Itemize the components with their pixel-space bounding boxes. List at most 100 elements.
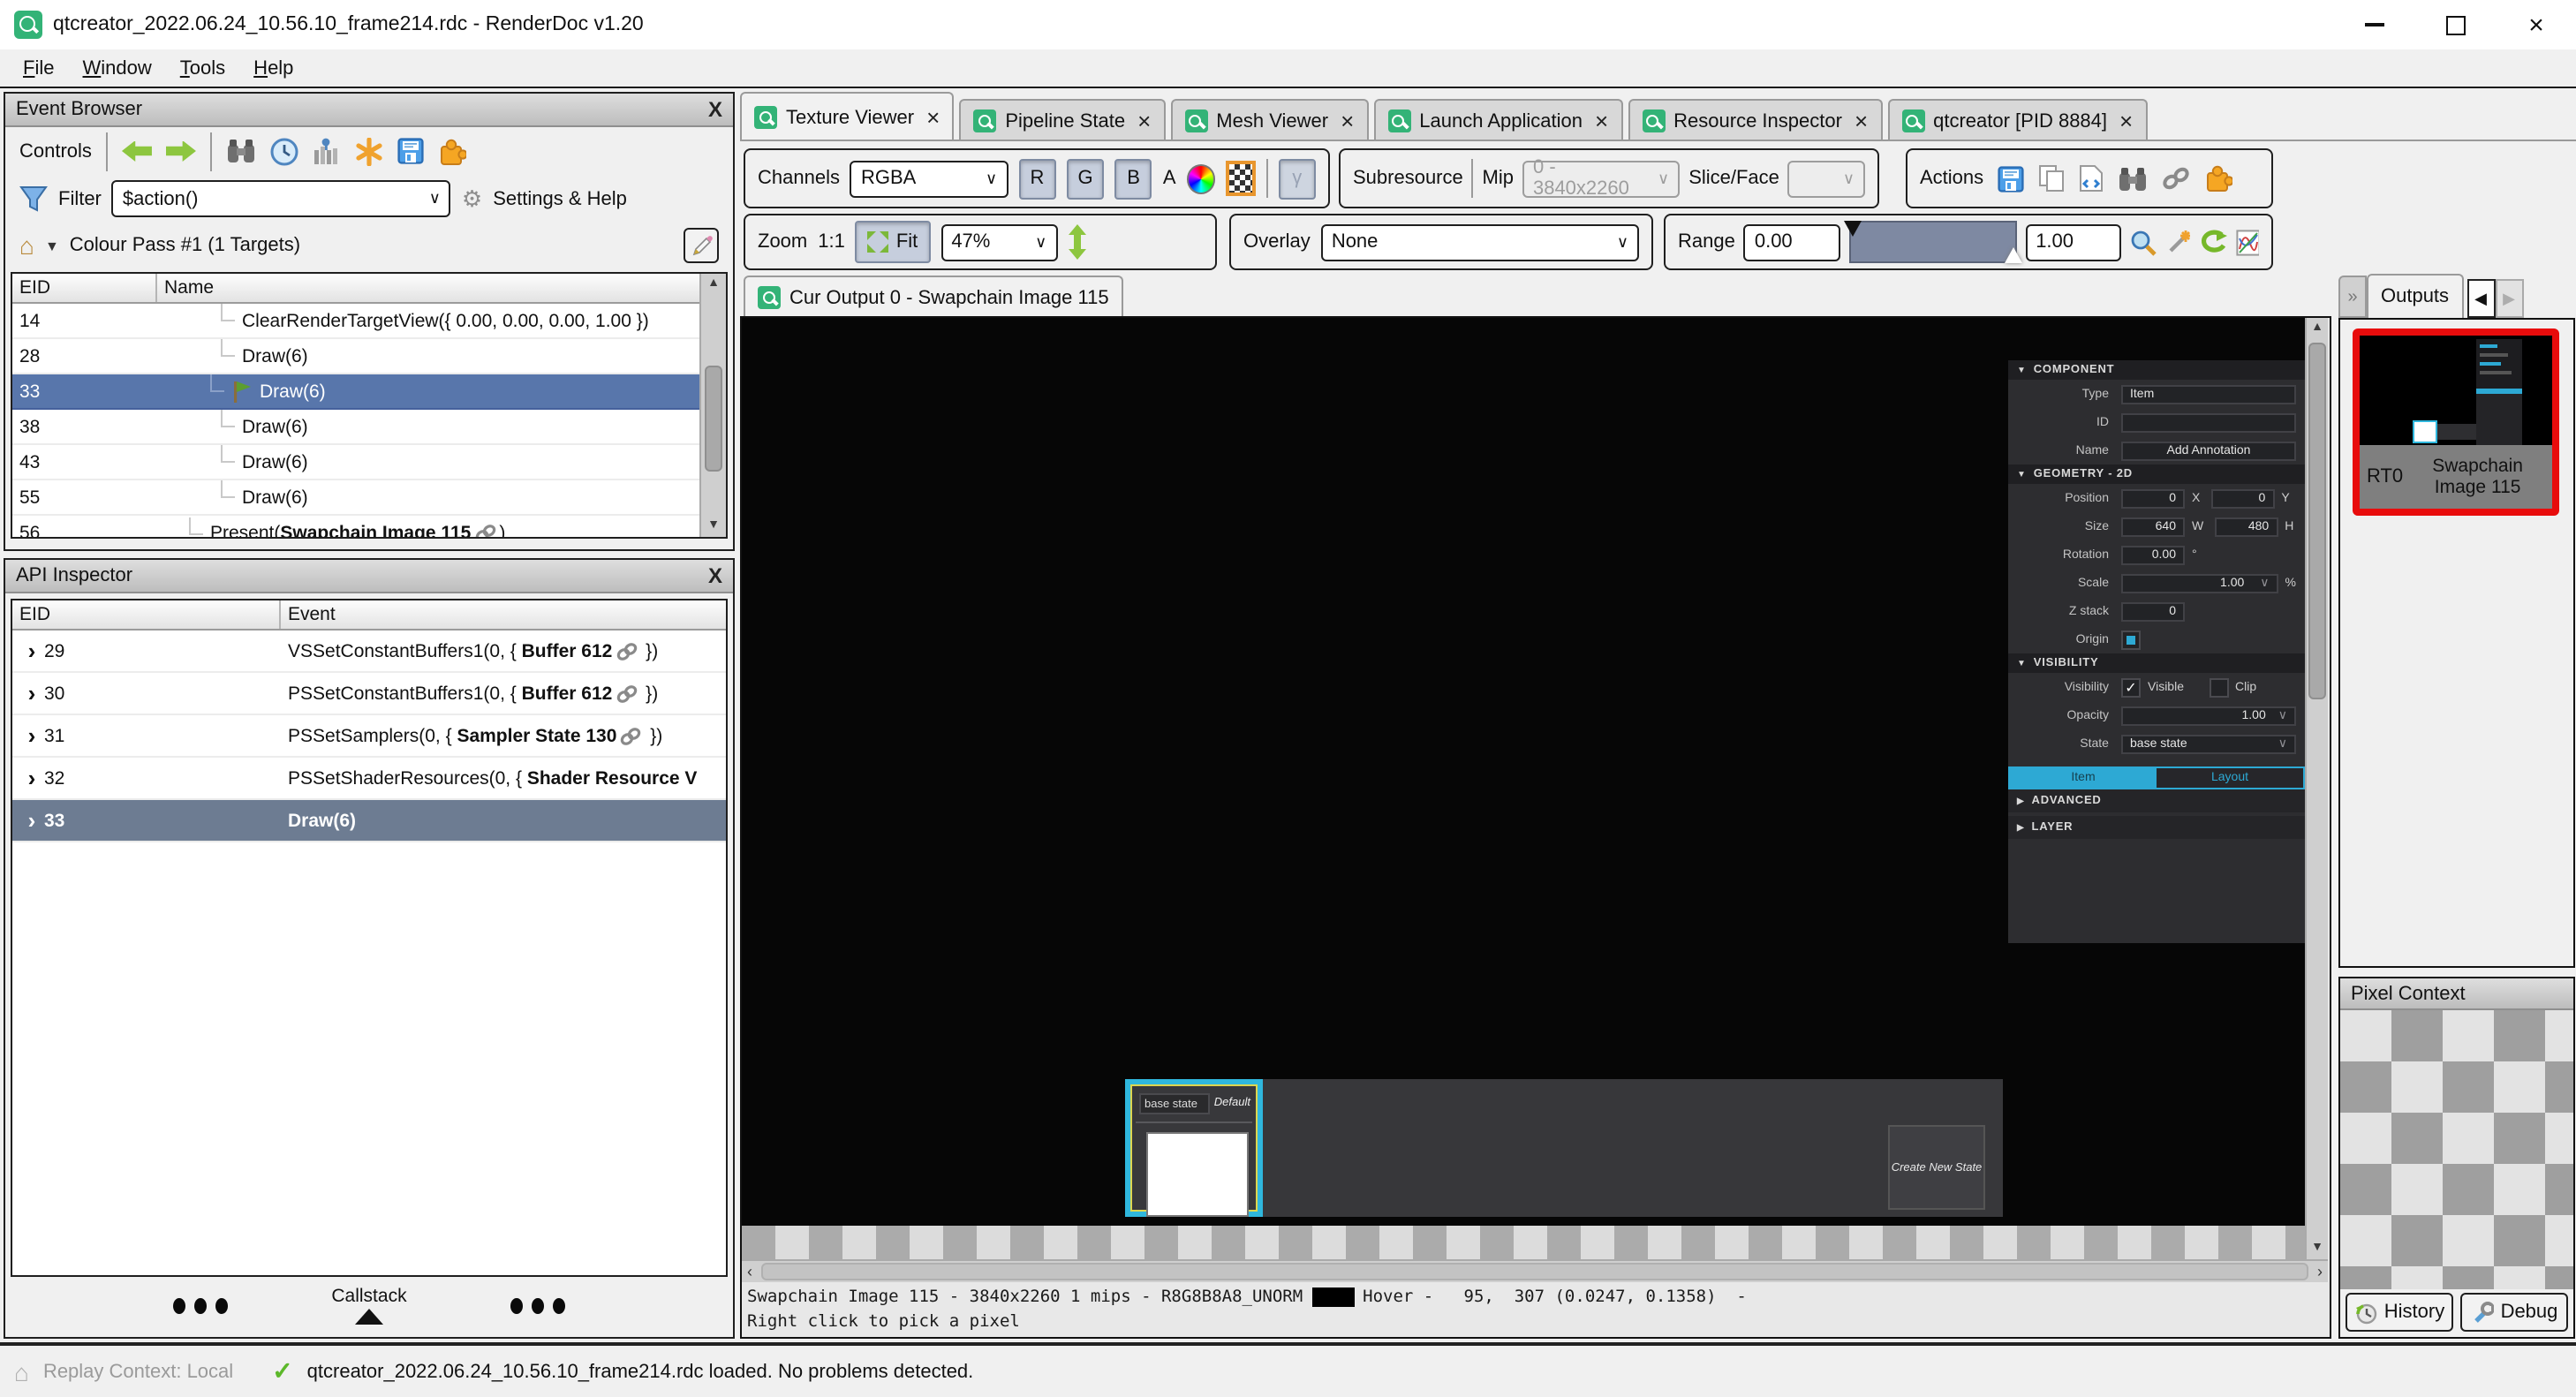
tab-close-icon[interactable]: × <box>1855 108 1868 134</box>
tab-close-icon[interactable]: × <box>1341 108 1354 134</box>
minimize-button[interactable] <box>2333 0 2414 49</box>
link-chain-icon[interactable] <box>2162 166 2190 191</box>
tab-close-icon[interactable]: × <box>1595 108 1608 134</box>
tab-pipeline-state[interactable]: Pipeline State× <box>959 99 1165 141</box>
menu-file[interactable]: File <box>11 54 67 82</box>
mip-combobox[interactable]: 0 - 3840x2260∨ <box>1522 160 1680 197</box>
api-row[interactable]: ›29 VSSetConstantBuffers1(0, { Buffer 61… <box>12 631 726 673</box>
close-button[interactable]: × <box>2496 0 2576 49</box>
gear-icon[interactable]: ⚙ <box>462 185 482 213</box>
tab-close-icon[interactable]: × <box>2119 108 2133 134</box>
zoom-range-magnifier-icon[interactable] <box>2130 229 2156 255</box>
channels-combobox[interactable]: RGBA∨ <box>850 160 1008 197</box>
bookmark-icon[interactable] <box>355 137 383 165</box>
red-channel-button[interactable]: R <box>1018 158 1056 199</box>
range-black-point-marker[interactable] <box>1844 221 1862 237</box>
scroll-up-icon[interactable]: ▲ <box>2311 318 2323 339</box>
zoom-combobox[interactable]: 47%∨ <box>941 223 1057 261</box>
column-event[interactable]: Event <box>281 600 726 629</box>
column-eid[interactable]: EID <box>12 600 281 629</box>
maximize-button[interactable] <box>2414 0 2496 49</box>
column-name[interactable]: Name <box>157 274 726 302</box>
range-slider[interactable] <box>1849 221 2016 263</box>
checkerboard-background-button[interactable] <box>1226 161 1255 196</box>
menu-help[interactable]: Help <box>241 54 306 82</box>
viewport-hscrollbar[interactable]: ‹ › <box>742 1259 2328 1282</box>
slice-face-combobox[interactable]: ∨ <box>1788 160 1865 197</box>
edit-marker-button[interactable] <box>684 228 719 263</box>
event-browser-close-icon[interactable]: X <box>708 97 722 122</box>
menu-tools[interactable]: Tools <box>168 54 238 82</box>
green-channel-button[interactable]: G <box>1067 158 1105 199</box>
scroll-down-icon[interactable]: ▼ <box>707 516 720 537</box>
history-button[interactable]: History <box>2346 1293 2453 1332</box>
event-row[interactable]: 43 Draw(6) <box>12 445 726 480</box>
zoom-one-to-one-button[interactable]: 1:1 <box>818 231 845 253</box>
outputs-tab[interactable]: Outputs <box>2367 274 2463 318</box>
outputs-prev-button[interactable]: ◀ <box>2466 279 2495 318</box>
scroll-up-icon[interactable]: ▲ <box>707 274 720 295</box>
pixel-context-view[interactable] <box>2340 1010 2573 1289</box>
scroll-right-icon[interactable]: › <box>2312 1263 2328 1280</box>
callstack-toggle[interactable]: Callstack <box>331 1286 406 1325</box>
tab-cur-output[interactable]: Cur Output 0 - Swapchain Image 115 <box>744 276 1123 318</box>
tab-resource-inspector[interactable]: Resource Inspector× <box>1628 99 1882 141</box>
tab-launch-application[interactable]: Launch Application× <box>1373 99 1622 141</box>
statistics-icon[interactable] <box>313 137 341 165</box>
debug-button[interactable]: Debug <box>2460 1293 2568 1332</box>
drag-handle-dots[interactable] <box>173 1297 228 1313</box>
event-table-scrollbar[interactable]: ▲ ▼ <box>699 274 726 537</box>
tab-qtcreator-pid[interactable]: qtcreator [PID 8884]× <box>1887 99 2147 141</box>
autofit-wand-icon[interactable] <box>2164 229 2190 255</box>
expand-chevron-icon[interactable]: › <box>19 639 44 662</box>
home-icon[interactable]: ⌂ <box>19 231 34 260</box>
export-save-icon[interactable] <box>397 138 424 164</box>
filter-combobox[interactable]: $action() ∨ <box>112 180 451 217</box>
find-event-icon[interactable] <box>226 138 256 164</box>
event-row[interactable]: 14 ClearRenderTargetView({ 0.00, 0.00, 0… <box>12 304 726 339</box>
scroll-left-icon[interactable]: ‹ <box>742 1263 758 1280</box>
expand-chevron-icon[interactable]: › <box>19 809 44 832</box>
step-back-icon[interactable] <box>122 140 152 162</box>
column-eid[interactable]: EID <box>12 274 157 302</box>
expand-chevron-icon[interactable]: › <box>19 682 44 705</box>
outputs-next-button[interactable]: ▶ <box>2495 279 2523 318</box>
goto-binoculars-icon[interactable] <box>2118 165 2148 192</box>
replay-context-label[interactable]: Replay Context: Local <box>43 1361 233 1382</box>
tab-mesh-viewer[interactable]: Mesh Viewer× <box>1170 99 1368 141</box>
open-code-icon[interactable] <box>2079 164 2104 193</box>
copy-icon[interactable] <box>2038 164 2065 193</box>
menu-window[interactable]: Window <box>71 54 164 82</box>
settings-help-label[interactable]: Settings & Help <box>493 188 627 209</box>
api-inspector-close-icon[interactable]: X <box>708 563 722 588</box>
extensions-puzzle-icon[interactable] <box>438 137 466 165</box>
collapsed-inputs-tab[interactable]: » <box>2338 276 2367 318</box>
expand-chevron-icon[interactable]: › <box>19 724 44 747</box>
color-wheel-icon[interactable] <box>1187 163 1216 193</box>
gamma-button[interactable]: γ <box>1278 158 1316 199</box>
range-min-input[interactable]: 0.00 <box>1744 223 1840 261</box>
api-row[interactable]: ›31 PSSetSamplers(0, { Sampler State 130… <box>12 715 726 758</box>
histogram-icon[interactable] <box>2235 229 2259 255</box>
range-max-input[interactable]: 1.00 <box>2025 223 2121 261</box>
tab-close-icon[interactable]: × <box>926 104 940 131</box>
tab-texture-viewer[interactable]: Texture Viewer× <box>740 92 954 141</box>
event-row[interactable]: 56 Present( Swapchain Image 115 ) <box>12 516 726 539</box>
tab-close-icon[interactable]: × <box>1137 108 1151 134</box>
timing-icon[interactable] <box>270 137 298 165</box>
event-row-selected[interactable]: 33 Draw(6) <box>12 374 726 410</box>
reset-range-icon[interactable] <box>2199 229 2226 255</box>
texture-viewport[interactable]: ▼COMPONENT TypeItem ID NameAdd Annotatio… <box>742 318 2305 1226</box>
rt0-thumbnail[interactable]: RT0 Swapchain Image 115 <box>2353 328 2559 516</box>
event-row[interactable]: 38 Draw(6) <box>12 410 726 445</box>
range-white-point-marker[interactable] <box>2004 247 2021 263</box>
breadcrumb[interactable]: Colour Pass #1 (1 Targets) <box>70 235 300 256</box>
api-row-selected[interactable]: ›33 Draw(6) <box>12 800 726 842</box>
overlay-combobox[interactable]: None∨ <box>1321 223 1639 261</box>
event-row[interactable]: 55 Draw(6) <box>12 480 726 516</box>
drag-handle-dots[interactable] <box>510 1297 565 1313</box>
breadcrumb-dropdown-icon[interactable]: ▼ <box>45 238 59 253</box>
blue-channel-button[interactable]: B <box>1114 158 1152 199</box>
alpha-channel-button[interactable]: A <box>1163 168 1176 189</box>
scroll-down-icon[interactable]: ▼ <box>2311 1238 2323 1259</box>
